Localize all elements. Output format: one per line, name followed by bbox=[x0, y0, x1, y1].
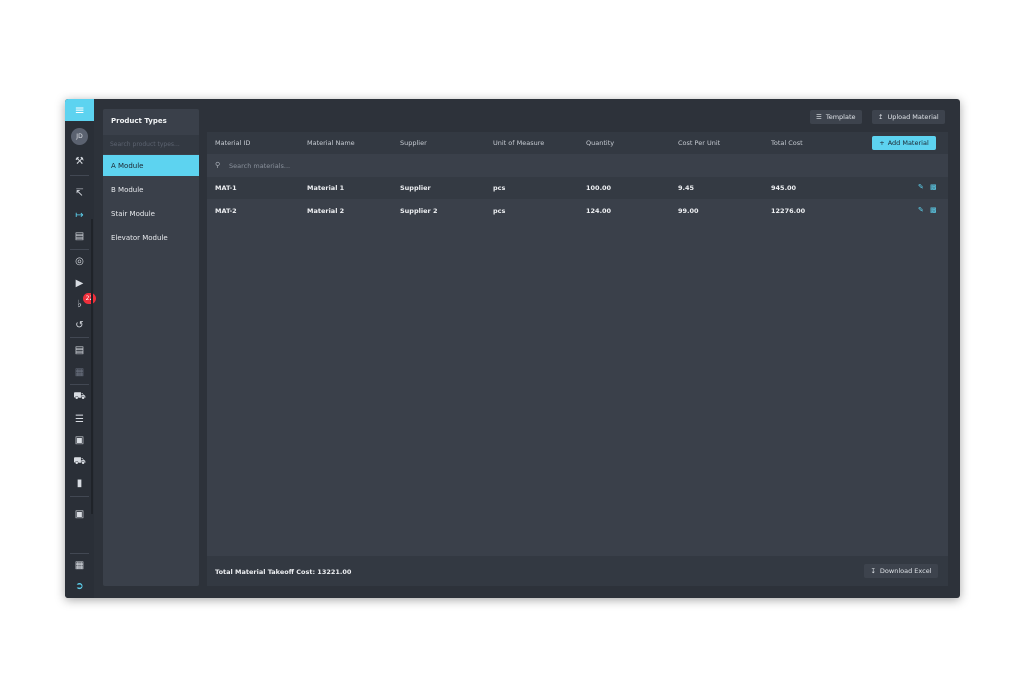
truck-icon[interactable]: ⛟ bbox=[71, 390, 88, 405]
product-type-stair-module[interactable]: Stair Module bbox=[103, 203, 199, 224]
cell-cost-per-unit: 9.45 bbox=[678, 184, 695, 192]
cell-material-id: MAT-2 bbox=[215, 207, 237, 215]
grid-icon[interactable]: ▦ bbox=[71, 558, 88, 573]
upload-material-button[interactable]: ↥ Upload Material bbox=[872, 110, 945, 124]
list-icon[interactable]: ☰ bbox=[71, 412, 88, 427]
cell-material-name: Material 1 bbox=[307, 184, 345, 192]
app-window: ≡ JD ⚒ ↸ ↦ ▤ ◎ ▶ ♭ 22 ↺ ▤ ▦ ⛟ ☰ ▣ ⛟ ▮ ▣ … bbox=[65, 99, 960, 598]
upload-icon: ↥ bbox=[878, 113, 884, 121]
cell-quantity: 124.00 bbox=[586, 207, 612, 215]
rail-divider bbox=[70, 249, 89, 250]
cell-total-cost: 12276.00 bbox=[771, 207, 806, 215]
search-icon: ⚲ bbox=[215, 161, 221, 169]
product-type-a-module[interactable]: A Module bbox=[103, 155, 199, 176]
trash-icon[interactable]: ▩ bbox=[930, 206, 937, 214]
rail-divider bbox=[70, 553, 89, 554]
column-header[interactable]: Supplier bbox=[400, 139, 427, 147]
cell-material-name: Material 2 bbox=[307, 207, 345, 215]
rail-divider bbox=[70, 384, 89, 385]
spreadsheet-icon[interactable]: ▦ bbox=[71, 365, 88, 380]
edit-icon[interactable]: ✎ bbox=[918, 206, 924, 214]
materials-search-placeholder: Search materials... bbox=[229, 162, 291, 170]
icon-rail: ≡ JD ⚒ ↸ ↦ ▤ ◎ ▶ ♭ 22 ↺ ▤ ▦ ⛟ ☰ ▣ ⛟ ▮ ▣ … bbox=[65, 99, 96, 598]
history-icon[interactable]: ↺ bbox=[71, 318, 88, 333]
product-types-search-placeholder: Search product types... bbox=[110, 141, 180, 148]
product-types-panel: Product Types Search product types... A … bbox=[103, 109, 199, 586]
product-types-search-input[interactable]: Search product types... bbox=[103, 135, 199, 154]
column-header[interactable]: Material ID bbox=[215, 139, 250, 147]
target-icon[interactable]: ◎ bbox=[71, 254, 88, 269]
column-header[interactable]: Total Cost bbox=[771, 139, 803, 147]
download-icon: ↧ bbox=[870, 567, 876, 575]
product-type-elevator-module[interactable]: Elevator Module bbox=[103, 227, 199, 248]
module-logo-icon[interactable]: ≡ bbox=[65, 99, 94, 121]
template-label: Template bbox=[825, 113, 856, 121]
download-excel-button[interactable]: ↧ Download Excel bbox=[864, 564, 938, 578]
cell-supplier: Supplier bbox=[400, 184, 431, 192]
column-header[interactable]: Quantity bbox=[586, 139, 614, 147]
receipt-icon[interactable]: ▤ bbox=[71, 229, 88, 244]
table-footer: Total Material Takeoff Cost: 13221.00 ↧ … bbox=[207, 556, 948, 586]
materials-search-input[interactable]: ⚲ Search materials... bbox=[207, 155, 948, 177]
add-material-button[interactable]: + Add Material bbox=[872, 136, 936, 150]
arrow-right-bar-icon[interactable]: ↦ bbox=[71, 208, 88, 223]
cell-material-id: MAT-1 bbox=[215, 184, 237, 192]
rail-divider bbox=[70, 175, 89, 176]
plus-icon: + bbox=[879, 139, 885, 147]
table-row[interactable]: MAT-1 Material 1 Supplier pcs 100.00 9.4… bbox=[207, 177, 948, 199]
add-material-label: Add Material bbox=[887, 139, 929, 147]
product-type-b-module[interactable]: B Module bbox=[103, 179, 199, 200]
notification-badge: 22 bbox=[83, 293, 96, 304]
play-icon[interactable]: ▶ bbox=[71, 276, 88, 291]
product-types-title: Product Types bbox=[111, 117, 167, 125]
avatar[interactable]: JD bbox=[71, 128, 88, 145]
boxes-icon[interactable]: ▣ bbox=[71, 433, 88, 448]
chart-icon[interactable]: ↸ bbox=[71, 186, 88, 201]
rail-scrollbar[interactable] bbox=[91, 219, 93, 514]
edit-icon[interactable]: ✎ bbox=[918, 183, 924, 191]
upload-label: Upload Material bbox=[887, 113, 939, 121]
cell-total-cost: 945.00 bbox=[771, 184, 797, 192]
table-header: Material ID Material Name Supplier Unit … bbox=[207, 132, 948, 154]
table-row[interactable]: MAT-2 Material 2 Supplier 2 pcs 124.00 9… bbox=[207, 200, 948, 222]
wrench-icon[interactable]: ⚒ bbox=[71, 154, 88, 169]
total-cost-label: Total Material Takeoff Cost: 13221.00 bbox=[215, 568, 352, 576]
cell-quantity: 100.00 bbox=[586, 184, 612, 192]
template-button[interactable]: ☰ Template bbox=[810, 110, 862, 124]
cell-cost-per-unit: 99.00 bbox=[678, 207, 699, 215]
rail-divider bbox=[70, 496, 89, 497]
logout-icon[interactable]: ➲ bbox=[71, 579, 88, 594]
template-icon: ☰ bbox=[816, 113, 822, 121]
document-icon[interactable]: ▤ bbox=[71, 343, 88, 358]
cart-icon[interactable]: ⛟ bbox=[71, 455, 88, 470]
cell-unit: pcs bbox=[493, 207, 506, 215]
download-excel-label: Download Excel bbox=[879, 567, 932, 575]
bell-icon[interactable]: ♭ 22 bbox=[71, 293, 96, 312]
cell-supplier: Supplier 2 bbox=[400, 207, 438, 215]
materials-panel: Material ID Material Name Supplier Unit … bbox=[207, 132, 948, 586]
column-header[interactable]: Material Name bbox=[307, 139, 355, 147]
rail-divider bbox=[70, 337, 89, 338]
column-header[interactable]: Unit of Measure bbox=[493, 139, 544, 147]
cell-unit: pcs bbox=[493, 184, 506, 192]
bar-chart-icon[interactable]: ▮ bbox=[71, 476, 88, 491]
trash-icon[interactable]: ▩ bbox=[930, 183, 937, 191]
column-header[interactable]: Cost Per Unit bbox=[678, 139, 720, 147]
window-icon[interactable]: ▣ bbox=[71, 507, 88, 522]
